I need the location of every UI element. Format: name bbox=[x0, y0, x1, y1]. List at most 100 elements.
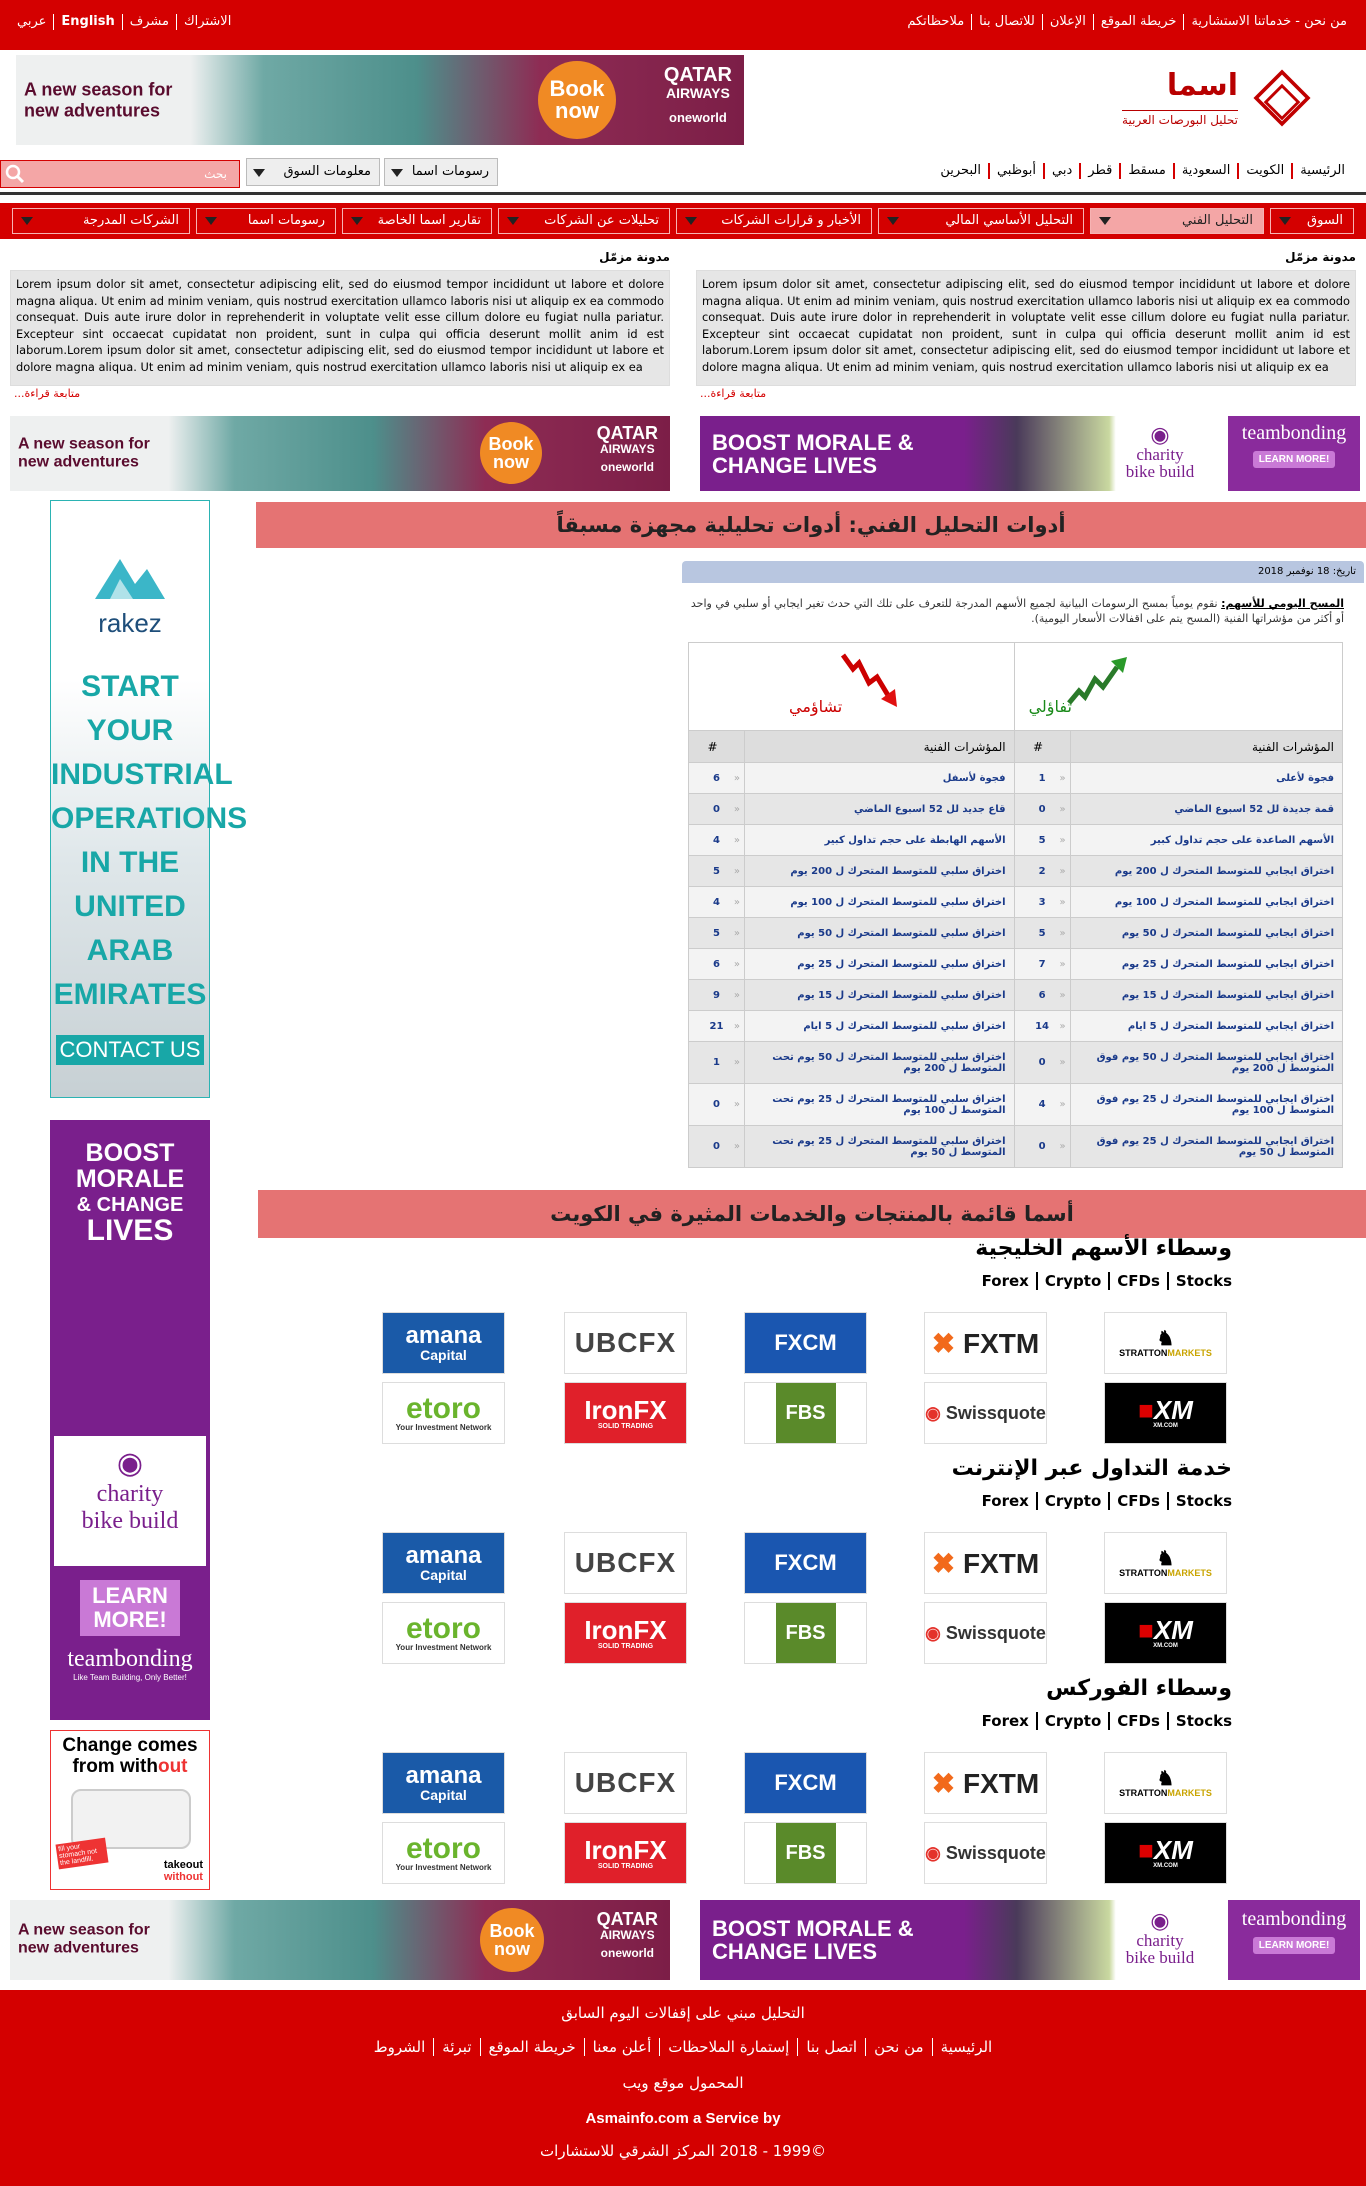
bullish-indicator-link[interactable]: اختراق ايجابي للمتوسط المتحرك ل 100 يوم bbox=[1069, 886, 1344, 918]
bullish-count[interactable]: 2 bbox=[1013, 855, 1071, 887]
bullish-count[interactable]: 14 bbox=[1013, 1010, 1071, 1042]
broker-logo-stratton[interactable]: ♞ STRATTONMARKETS bbox=[1104, 1532, 1227, 1594]
footer-link-contact[interactable]: اتصل بنا bbox=[797, 2038, 865, 2056]
bullish-count[interactable]: 0 bbox=[1013, 1041, 1071, 1084]
broker-logo-amana[interactable]: amana Capital bbox=[382, 1312, 505, 1374]
broker-logo-fxtm[interactable]: ✖ FXTM bbox=[924, 1312, 1047, 1374]
bullish-indicator-link[interactable]: فجوة لأعلى bbox=[1069, 762, 1344, 794]
broker-logo-fxcm[interactable]: FXCM bbox=[744, 1752, 867, 1814]
country-muscat[interactable]: مسقط bbox=[1119, 163, 1172, 179]
bullish-indicator-link[interactable]: اختراق ايجابي للمتوسط المتحرك ل 25 يوم ف… bbox=[1069, 1125, 1344, 1168]
broker-logo-fbs[interactable]: FBS bbox=[744, 1822, 867, 1884]
bearish-count[interactable]: 21 bbox=[688, 1010, 745, 1042]
bearish-indicator-link[interactable]: قاع جديد لل 52 اسبوع الماضي bbox=[744, 793, 1015, 825]
bearish-indicator-link[interactable]: اختراق سلبي للمتوسط المتحرك ل 50 يوم bbox=[744, 917, 1015, 949]
footer-link-sitemap[interactable]: خريطة الموقع bbox=[479, 2038, 584, 2056]
tab-forex[interactable]: Forex bbox=[975, 1272, 1038, 1290]
top-link-advertise[interactable]: الإعلان bbox=[1041, 14, 1093, 30]
read-more-link[interactable]: متابعة قراءة... bbox=[700, 387, 766, 400]
blog-title[interactable]: مدونة مزمّل bbox=[10, 250, 670, 264]
broker-logo-ubcfx[interactable]: UBCFX bbox=[564, 1312, 687, 1374]
bullish-count[interactable]: 6 bbox=[1013, 979, 1071, 1011]
learn-more-button[interactable]: LEARN MORE! bbox=[1252, 451, 1336, 468]
tab-cfds[interactable]: CFDs bbox=[1110, 1272, 1169, 1290]
lang-english[interactable]: English bbox=[53, 14, 121, 30]
top-link-feedback[interactable]: ملاحظاتكم bbox=[900, 14, 971, 30]
bullish-indicator-link[interactable]: الأسهم الصاعدة على حجم تداول كبير bbox=[1069, 824, 1344, 856]
bullish-indicator-link[interactable]: قمة جديدة لل 52 اسبوع الماضي bbox=[1069, 793, 1344, 825]
site-logo[interactable]: اسما تحليل البورصات العربية bbox=[1122, 58, 1311, 128]
bullish-indicator-link[interactable]: اختراق ايجابي للمتوسط المتحرك ل 25 يوم bbox=[1069, 948, 1344, 980]
bullish-indicator-link[interactable]: اختراق ايجابي للمتوسط المتحرك ل 200 يوم bbox=[1069, 855, 1344, 887]
country-dubai[interactable]: دبي bbox=[1043, 163, 1079, 179]
footer-link-terms[interactable]: الشروط bbox=[366, 2038, 434, 2056]
nav-listed-companies[interactable]: الشركات المدرجة bbox=[12, 208, 190, 234]
bullish-count[interactable]: 5 bbox=[1013, 917, 1071, 949]
nav-company-analysis[interactable]: تحليلات عن الشركات bbox=[498, 208, 670, 234]
footer-link-home[interactable]: الرئيسية bbox=[931, 2038, 1001, 2056]
tab-cfds[interactable]: CFDs bbox=[1110, 1712, 1169, 1730]
bullish-count[interactable]: 5 bbox=[1013, 824, 1071, 856]
tab-crypto[interactable]: Crypto bbox=[1038, 1272, 1111, 1290]
broker-logo-ubcfx[interactable]: UBCFX bbox=[564, 1752, 687, 1814]
broker-logo-etoro[interactable]: etoro Your Investment Network bbox=[382, 1822, 505, 1884]
broker-logo-amana[interactable]: amana Capital bbox=[382, 1752, 505, 1814]
bearish-count[interactable]: 0 bbox=[688, 1125, 745, 1168]
broker-logo-xm[interactable]: ■XM XM.COM bbox=[1104, 1822, 1227, 1884]
bullish-indicator-link[interactable]: اختراق ايجابي للمتوسط المتحرك ل 50 يوم bbox=[1069, 917, 1344, 949]
bearish-indicator-link[interactable]: فجوة لأسفل bbox=[744, 762, 1015, 794]
tab-crypto[interactable]: Crypto bbox=[1038, 1492, 1111, 1510]
bullish-count[interactable]: 4 bbox=[1013, 1083, 1071, 1126]
top-link-sitemap[interactable]: خريطة الموقع bbox=[1092, 14, 1184, 30]
footer-link-feedback-form[interactable]: إستمارة الملاحظات bbox=[659, 2038, 797, 2056]
rakez-ad[interactable]: rakez START YOUR INDUSTRIAL OPERATIONS IN T… bbox=[50, 500, 247, 1098]
bearish-indicator-link[interactable]: اختراق سلبي للمتوسط المتحرك ل 100 يوم bbox=[744, 886, 1015, 918]
bearish-indicator-link[interactable]: اختراق سلبي للمتوسط المتحرك ل 25 يوم bbox=[744, 948, 1015, 980]
broker-logo-etoro[interactable]: etoro Your Investment Network bbox=[382, 1382, 505, 1444]
qatar-airways-banner-bottom[interactable]: A new season for new adventures Book now Q… bbox=[10, 1900, 670, 1980]
top-link-about[interactable]: من نحن - خدماتنا الاستشارية bbox=[1183, 14, 1354, 30]
contact-us-button[interactable]: CONTACT US bbox=[55, 1035, 205, 1065]
broker-logo-swissquote[interactable]: ◉ Swissquote bbox=[924, 1822, 1047, 1884]
footer-link-disclaimer[interactable]: تبرئة bbox=[433, 2038, 479, 2056]
teambonding-side-ad[interactable]: BOOST MORALE & CHANGE LIVES ◉ charity bike bu… bbox=[50, 1120, 210, 1720]
learn-more-button[interactable]: LEARN MORE! bbox=[80, 1580, 180, 1636]
bullish-count[interactable]: 1 bbox=[1013, 762, 1071, 794]
lang-arabic[interactable]: عربي bbox=[10, 14, 53, 30]
tab-crypto[interactable]: Crypto bbox=[1038, 1712, 1111, 1730]
bearish-count[interactable]: 6 bbox=[688, 948, 745, 980]
nav-technical-analysis[interactable]: التحليل الفني bbox=[1090, 208, 1264, 234]
takeout-without-ad[interactable]: Change comes from without fill your stoma… bbox=[50, 1730, 210, 1890]
bullish-count[interactable]: 0 bbox=[1013, 1125, 1071, 1168]
bearish-count[interactable]: 1 bbox=[688, 1041, 745, 1084]
learn-more-button[interactable]: LEARN MORE! bbox=[1252, 1937, 1336, 1954]
read-more-link[interactable]: متابعة قراءة... bbox=[14, 387, 80, 400]
tab-forex[interactable]: Forex bbox=[975, 1712, 1038, 1730]
search-icon[interactable] bbox=[5, 164, 25, 184]
nav-asma-charts[interactable]: رسومات اسما bbox=[196, 208, 336, 234]
nav-fundamental-analysis[interactable]: التحليل الأساسي المالي bbox=[878, 208, 1084, 234]
bearish-count[interactable]: 6 bbox=[688, 762, 745, 794]
broker-logo-fbs[interactable]: FBS bbox=[744, 1602, 867, 1664]
country-kuwait[interactable]: الكويت bbox=[1237, 163, 1291, 179]
bullish-indicator-link[interactable]: اختراق ايجابي للمتوسط المتحرك ل 50 يوم ف… bbox=[1069, 1041, 1344, 1084]
asma-charts-dropdown[interactable]: رسومات اسما bbox=[384, 158, 498, 186]
qatar-airways-banner-top[interactable]: A new season for new adventures Book now Q… bbox=[16, 55, 744, 145]
country-abudhabi[interactable]: أبوظبي bbox=[987, 163, 1043, 179]
broker-logo-stratton[interactable]: ♞ STRATTONMARKETS bbox=[1104, 1312, 1227, 1374]
nav-asma-reports[interactable]: تقارير اسما الخاصة bbox=[342, 208, 492, 234]
broker-logo-stratton[interactable]: ♞ STRATTONMARKETS bbox=[1104, 1752, 1227, 1814]
broker-logo-swissquote[interactable]: ◉ Swissquote bbox=[924, 1382, 1047, 1444]
top-link-contact[interactable]: للاتصال بنا bbox=[971, 14, 1042, 30]
broker-logo-xm[interactable]: ■XM XM.COM bbox=[1104, 1382, 1227, 1444]
broker-logo-ubcfx[interactable]: UBCFX bbox=[564, 1532, 687, 1594]
bullish-count[interactable]: 3 bbox=[1013, 886, 1071, 918]
tab-forex[interactable]: Forex bbox=[975, 1492, 1038, 1510]
broker-logo-etoro[interactable]: etoro Your Investment Network bbox=[382, 1602, 505, 1664]
footer-link-advertise[interactable]: أعلن معنا bbox=[583, 2038, 660, 2056]
blog-title[interactable]: مدونة مزمّل bbox=[696, 250, 1356, 264]
teambonding-banner[interactable]: BOOST MORALE & CHANGE LIVES ◉ charity bike … bbox=[700, 416, 1360, 491]
country-saudi[interactable]: السعودية bbox=[1172, 163, 1238, 179]
top-link-subscribe[interactable]: الاشتراك bbox=[175, 14, 238, 30]
footer-link-about[interactable]: من نحن bbox=[865, 2038, 932, 2056]
